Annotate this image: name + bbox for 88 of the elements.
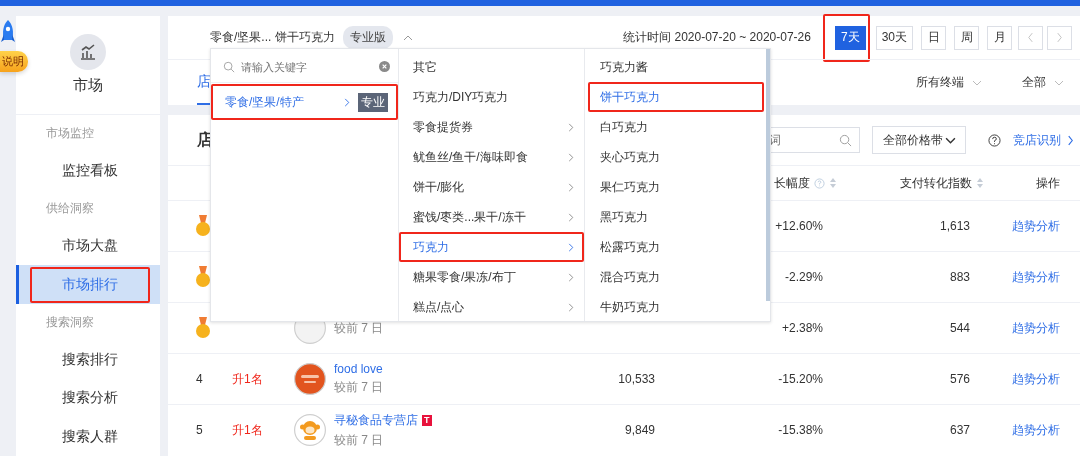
category-item[interactable]: 果仁巧克力 <box>588 172 764 202</box>
column-header: 操作 <box>1036 174 1060 192</box>
rank-number: 5 <box>196 423 203 437</box>
category-item[interactable]: 牛奶巧克力 <box>588 292 764 322</box>
chart-icon <box>70 34 106 71</box>
sidebar-item[interactable]: 市场排行 <box>16 265 160 304</box>
stat-period-text: 统计时间 2020-07-20 ~ 2020-07-26 <box>623 29 811 46</box>
table-cell: +12.60% <box>775 219 823 233</box>
category-item[interactable]: 巧克力 <box>399 232 584 262</box>
filter-dropdown[interactable]: 全部 <box>1022 74 1046 91</box>
shop-link[interactable]: food love <box>334 362 383 376</box>
chevron-down-icon[interactable] <box>972 79 982 86</box>
clear-icon[interactable] <box>379 61 390 72</box>
category-item[interactable]: 糕点/点心 <box>399 292 584 322</box>
table-cell: 9,849 <box>624 423 655 437</box>
column-header: 长幅度 <box>774 174 810 192</box>
previous-button[interactable] <box>1018 25 1043 50</box>
trend-link[interactable]: 趋势分析 <box>1012 421 1060 439</box>
chevron-right-icon[interactable] <box>1067 134 1074 146</box>
table-cell: -15.20% <box>778 372 823 386</box>
period-button[interactable]: 7天 <box>834 25 866 50</box>
chevron-left-icon <box>1027 32 1034 43</box>
compare-label: 较前 7 日 <box>334 319 384 337</box>
sidebar-item[interactable]: 搜索人群 <box>16 417 160 456</box>
chevron-right-icon <box>1056 32 1063 43</box>
period-button[interactable]: 日 <box>921 25 946 50</box>
rank-change: 升1名 <box>232 422 263 437</box>
category-item[interactable]: 鱿鱼丝/鱼干/海味即食 <box>399 142 584 172</box>
table-cell: -15.38% <box>778 423 823 437</box>
search-icon <box>223 61 235 73</box>
caret-up-icon[interactable] <box>402 34 413 41</box>
shop-link[interactable]: 寻秘食品专营店 <box>334 411 418 429</box>
category-item[interactable]: 其它 <box>399 52 584 82</box>
chevron-down-icon <box>944 136 956 144</box>
category-item[interactable]: 零食/坚果/特产 专业 <box>211 84 398 120</box>
category-item[interactable]: 巧克力/DIY巧克力 <box>399 82 584 112</box>
competitor-link[interactable]: 竞店识别 <box>1013 131 1061 149</box>
category-item[interactable]: 零食提货券 <box>399 112 584 142</box>
sidebar-title: 市场 <box>73 76 103 96</box>
period-button[interactable]: 周 <box>954 25 979 50</box>
trend-link[interactable]: 趋势分析 <box>1012 370 1060 388</box>
table-cell: 10,533 <box>618 372 655 386</box>
edition-tag: 专业 <box>358 92 388 112</box>
help-badge[interactable]: 说明 <box>0 51 28 72</box>
category-item[interactable]: 混合巧克力 <box>588 262 764 292</box>
scrollbar[interactable] <box>766 49 770 301</box>
price-range-dropdown[interactable]: 全部价格带 <box>872 126 966 154</box>
sort-icon[interactable] <box>976 177 984 189</box>
column-header: 支付转化指数 <box>900 174 972 192</box>
rank-change: 升1名 <box>232 371 263 386</box>
next-button[interactable] <box>1047 25 1072 50</box>
table-cell: 1,613 <box>939 219 970 233</box>
search-icon[interactable] <box>839 134 852 147</box>
period-button[interactable]: 30天 <box>875 25 913 50</box>
compare-label: 较前 7 日 <box>334 431 385 449</box>
table-cell: 544 <box>949 321 970 335</box>
category-item[interactable]: 松露巧克力 <box>588 232 764 262</box>
sidebar-item[interactable]: 市场大盘 <box>16 226 160 266</box>
category-item[interactable]: 黑巧克力 <box>588 202 764 232</box>
category-item[interactable]: 蜜饯/枣类...果干/冻干 <box>399 202 584 232</box>
trend-link[interactable]: 趋势分析 <box>1012 217 1060 235</box>
table-cell: -2.29% <box>784 270 823 284</box>
category-item[interactable]: 饼干巧克力 <box>588 82 764 112</box>
tmall-tag: T <box>422 414 432 426</box>
category-item[interactable]: 糖果零食/果冻/布丁 <box>399 262 584 292</box>
chevron-down-icon[interactable] <box>1054 79 1064 86</box>
sort-icon[interactable] <box>829 177 837 189</box>
category-item[interactable]: 巧克力酱 <box>588 52 764 82</box>
table-cell: 576 <box>949 372 970 386</box>
table-cell: 883 <box>949 270 970 284</box>
help-icon[interactable] <box>988 133 1001 147</box>
table-cell: 637 <box>949 423 970 437</box>
sidebar-section-label: 供给洞察 <box>45 199 95 217</box>
sidebar-section-label: 市场监控 <box>45 124 95 142</box>
filter-dropdown[interactable]: 所有终端 <box>916 74 964 91</box>
sidebar-section-label: 搜索洞察 <box>45 313 95 331</box>
category-item[interactable]: 饼干/膨化 <box>399 172 584 202</box>
table-cell: +2.38% <box>781 321 823 335</box>
compare-label: 较前 7 日 <box>334 379 384 396</box>
trend-link[interactable]: 趋势分析 <box>1012 319 1060 337</box>
rank-number: 4 <box>196 372 203 386</box>
period-button[interactable]: 月 <box>987 25 1012 50</box>
category-breadcrumb[interactable]: 零食/坚果... 饼干巧克力 <box>210 29 335 46</box>
sidebar-item[interactable]: 搜索排行 <box>16 340 160 380</box>
trend-link[interactable]: 趋势分析 <box>1012 268 1060 286</box>
sidebar-item[interactable]: 搜索分析 <box>16 379 160 418</box>
sidebar-item[interactable]: 监控看板 <box>16 151 160 190</box>
edition-badge: 专业版 <box>342 26 393 49</box>
